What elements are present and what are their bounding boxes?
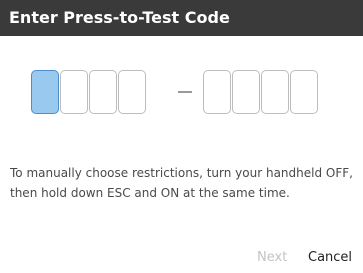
code-box-6[interactable] bbox=[232, 70, 260, 114]
code-box-4[interactable] bbox=[118, 70, 146, 114]
code-box-8[interactable] bbox=[290, 70, 318, 114]
code-box-2[interactable] bbox=[60, 70, 88, 114]
code-box-7[interactable] bbox=[261, 70, 289, 114]
code-separator-dash bbox=[178, 91, 192, 93]
press-to-test-dialog: Enter Press-to-Test Code To manually cho… bbox=[0, 0, 363, 273]
cancel-button[interactable]: Cancel bbox=[308, 250, 352, 266]
dialog-title: Enter Press-to-Test Code bbox=[0, 0, 363, 36]
code-entry-row bbox=[31, 70, 341, 114]
code-box-5[interactable] bbox=[203, 70, 231, 114]
code-box-1[interactable] bbox=[31, 70, 59, 114]
code-box-3[interactable] bbox=[89, 70, 117, 114]
next-button[interactable]: Next bbox=[257, 250, 287, 266]
instructions-text: To manually choose restrictions, turn yo… bbox=[10, 166, 353, 200]
